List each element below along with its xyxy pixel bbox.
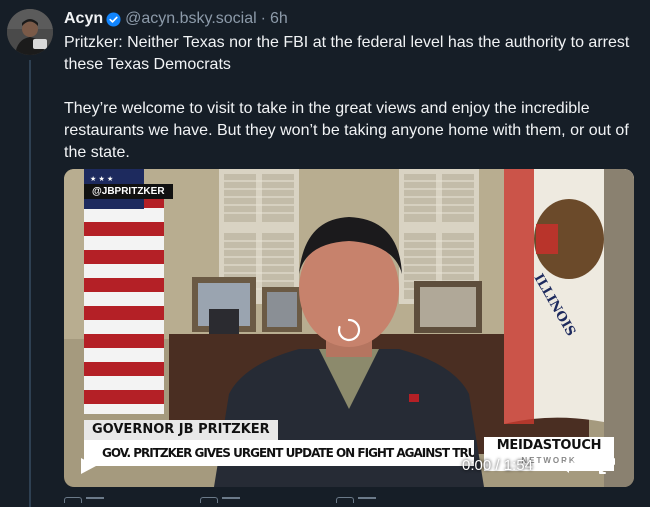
post-card: Acyn @acyn.bsky.social · 6h Pritzker: Ne… [0, 0, 650, 507]
like-icon[interactable] [336, 497, 376, 507]
muted-speaker-icon [560, 459, 579, 473]
time-readout: 0:00 / 1:54 [462, 457, 533, 474]
play-button[interactable] [78, 456, 98, 476]
author-handle[interactable]: @acyn.bsky.social [125, 10, 257, 28]
post-paragraph: They’re welcome to visit to take in the … [64, 100, 629, 161]
repost-icon[interactable] [200, 497, 240, 507]
author-name[interactable]: Acyn [64, 10, 103, 28]
verified-check-icon [106, 11, 121, 27]
play-icon [81, 458, 96, 474]
fullscreen-icon [599, 458, 615, 474]
mute-button[interactable] [558, 456, 580, 476]
thread-line [29, 60, 31, 507]
header-separator: · [260, 10, 266, 27]
time-separator: / [495, 457, 500, 474]
post-actions [0, 495, 650, 507]
fullscreen-button[interactable] [597, 456, 617, 476]
lower-third-name: GOVERNOR JB PRITZKER [84, 420, 278, 440]
loading-spinner-icon [336, 317, 362, 343]
svg-text:★ ★ ★: ★ ★ ★ [90, 175, 113, 183]
video-player[interactable]: ★ ★ ★★ ★ ★ ILLINOIS @JBPRITZKER [64, 169, 634, 487]
current-time: 0:00 [462, 457, 492, 474]
post-text: Pritzker: Neither Texas nor the FBI at t… [64, 32, 639, 164]
post-timestamp[interactable]: 6h [270, 10, 288, 28]
network-name: MEIDASTOUCH [496, 438, 602, 453]
reply-icon[interactable] [64, 497, 104, 507]
post-header: Acyn @acyn.bsky.social · 6h [64, 9, 288, 29]
avatar[interactable] [7, 9, 53, 55]
video-headline: GOV. PRITZKER GIVES URGENT UPDATE ON FIG… [84, 440, 474, 466]
post-paragraph: Pritzker: Neither Texas nor the FBI at t… [64, 34, 630, 73]
handle-tag: @JBPRITZKER [84, 184, 173, 199]
video-duration: 1:54 [503, 457, 533, 474]
